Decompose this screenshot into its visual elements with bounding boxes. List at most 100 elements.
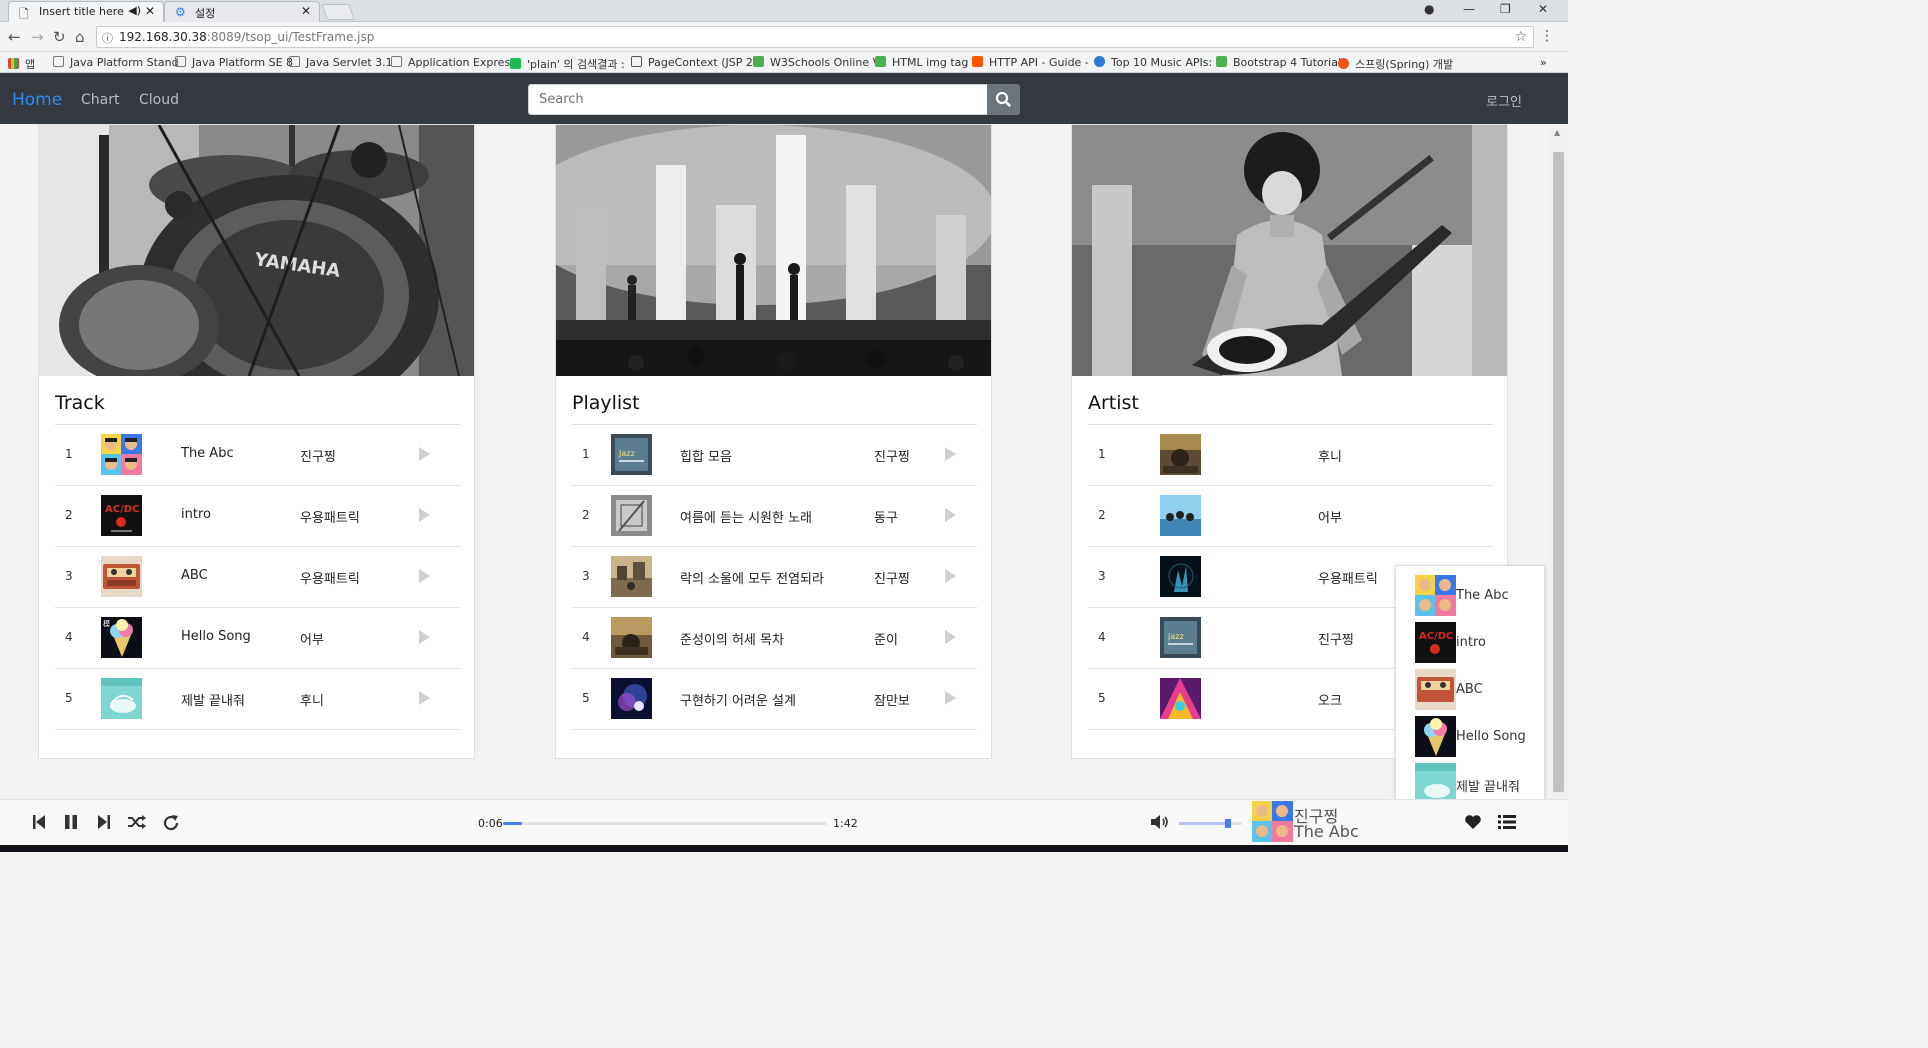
playlist-row[interactable]: 5 구현하기 어려운 설계 잠만보 bbox=[572, 669, 977, 730]
search-button[interactable] bbox=[987, 84, 1020, 115]
pause-button[interactable] bbox=[64, 814, 78, 830]
info-icon[interactable]: ⓘ bbox=[102, 30, 113, 46]
back-arrow-icon[interactable]: ← bbox=[8, 28, 21, 46]
track-artist[interactable]: 후니 bbox=[300, 690, 324, 709]
bookmark-star-icon[interactable]: ☆ bbox=[1514, 29, 1527, 45]
shuffle-button[interactable] bbox=[127, 814, 146, 830]
bookmark-item[interactable]: HTTP API - Guide - bbox=[972, 56, 1089, 69]
queue-toggle-button[interactable] bbox=[1498, 814, 1516, 830]
playlist-name[interactable]: 락의 소울에 모두 전염되라 bbox=[680, 568, 824, 587]
track-artist[interactable]: 어부 bbox=[300, 629, 324, 648]
speaker-icon[interactable]: ◀) bbox=[128, 4, 141, 17]
track-row[interactable]: 5 제발 끝내줘 후니 bbox=[55, 669, 460, 730]
artist-name[interactable]: 진구찡 bbox=[1318, 629, 1354, 648]
playlist-name[interactable]: 준성이의 허세 목차 bbox=[680, 629, 784, 648]
bookmark-item[interactable]: Bootstrap 4 Tutorial bbox=[1216, 56, 1341, 69]
play-icon[interactable] bbox=[945, 630, 956, 644]
playlist-owner[interactable]: 진구찡 bbox=[874, 568, 910, 587]
nav-cloud-link[interactable]: Cloud bbox=[139, 92, 179, 108]
track-name[interactable]: ABC bbox=[181, 568, 208, 583]
artist-name[interactable]: 어부 bbox=[1318, 507, 1342, 526]
artist-name[interactable]: 우용패트릭 bbox=[1318, 568, 1378, 587]
playlist-row[interactable]: 3 락의 소울에 모두 전염되라 진구찡 bbox=[572, 547, 977, 608]
queue-item[interactable]: ABC bbox=[1415, 669, 1540, 711]
track-artist[interactable]: 우용패트릭 bbox=[300, 507, 360, 526]
play-icon[interactable] bbox=[945, 691, 956, 705]
playlist-row[interactable]: 4 준성이의 허세 목차 준이 bbox=[572, 608, 977, 669]
bookmark-item[interactable]: Top 10 Music APIs: bbox=[1094, 56, 1212, 69]
url-field[interactable]: ⓘ 192.168.30.38:8089/tsop_ui/TestFrame.j… bbox=[96, 26, 1534, 48]
profile-icon[interactable]: ● bbox=[1424, 2, 1434, 16]
playlist-name[interactable]: 여름에 듣는 시원한 노래 bbox=[680, 507, 812, 526]
close-window-icon[interactable]: ✕ bbox=[1538, 2, 1548, 16]
restore-icon[interactable]: ❐ bbox=[1500, 2, 1511, 16]
artist-row[interactable]: 1 후니 bbox=[1088, 425, 1493, 486]
track-row[interactable]: 2 AC/DC intro 우용패트릭 bbox=[55, 486, 460, 547]
play-icon[interactable] bbox=[945, 447, 956, 461]
bookmark-item[interactable]: Java Servlet 3.1 bbox=[289, 56, 393, 69]
login-link[interactable]: 로그인 bbox=[1486, 91, 1522, 110]
nav-home-link[interactable]: Home bbox=[12, 90, 62, 110]
home-icon[interactable]: ⌂ bbox=[75, 28, 85, 46]
bookmark-item[interactable]: W3Schools Online V bbox=[753, 56, 880, 69]
track-row[interactable]: 4 模 Hello Song 어부 bbox=[55, 608, 460, 669]
more-bookmarks[interactable]: » bbox=[1540, 56, 1547, 69]
playlist-name[interactable]: 구현하기 어려운 설계 bbox=[680, 690, 796, 709]
previous-track-button[interactable] bbox=[32, 814, 46, 830]
bookmark-item[interactable]: Java Platform Stand bbox=[53, 56, 179, 69]
repeat-button[interactable] bbox=[162, 814, 180, 832]
playlist-owner[interactable]: 잠만보 bbox=[874, 690, 910, 709]
artist-name[interactable]: 후니 bbox=[1318, 446, 1342, 465]
playlist-row[interactable]: 2 여름에 듣는 시원한 노래 동구 bbox=[572, 486, 977, 547]
track-name[interactable]: intro bbox=[181, 507, 211, 522]
now-playing-title[interactable]: The Abc bbox=[1294, 822, 1359, 841]
track-row[interactable]: 1 The Abc 진구찡 bbox=[55, 425, 460, 486]
close-tab-icon[interactable]: ✕ bbox=[145, 4, 155, 18]
track-artist[interactable]: 우용패트릭 bbox=[300, 568, 360, 587]
new-tab-button[interactable] bbox=[321, 4, 355, 20]
queue-item[interactable]: The Abc bbox=[1415, 575, 1540, 617]
track-artist[interactable]: 진구찡 bbox=[300, 446, 336, 465]
browser-tab-settings[interactable]: ⚙ 설정 ✕ bbox=[164, 1, 320, 22]
play-icon[interactable] bbox=[419, 691, 430, 705]
search-input[interactable] bbox=[528, 84, 988, 115]
reload-icon[interactable]: ↻ bbox=[53, 28, 66, 46]
bookmark-item[interactable]: PageContext (JSP 2. bbox=[631, 56, 756, 69]
bookmark-item[interactable]: Java Platform SE 8 bbox=[175, 56, 293, 69]
seek-bar[interactable] bbox=[503, 822, 827, 825]
minimize-icon[interactable]: — bbox=[1463, 2, 1475, 16]
volume-button[interactable] bbox=[1150, 814, 1170, 830]
bookmark-item[interactable]: 'plain' 의 검색결과 : bbox=[510, 56, 625, 72]
artist-row[interactable]: 2 어부 bbox=[1088, 486, 1493, 547]
volume-slider[interactable] bbox=[1179, 819, 1242, 828]
bookmark-item[interactable]: 스프링(Spring) 개발 bbox=[1338, 56, 1453, 72]
play-icon[interactable] bbox=[945, 569, 956, 583]
forward-arrow-icon[interactable]: → bbox=[31, 28, 44, 46]
browser-menu-icon[interactable]: ⋮ bbox=[1540, 28, 1554, 44]
artist-name[interactable]: 오크 bbox=[1318, 690, 1342, 709]
bookmark-apps[interactable]: 앱 bbox=[8, 56, 35, 72]
track-row[interactable]: 3 ABC 우용패트릭 bbox=[55, 547, 460, 608]
volume-handle[interactable] bbox=[1225, 819, 1232, 828]
playlist-owner[interactable]: 준이 bbox=[874, 629, 898, 648]
play-icon[interactable] bbox=[419, 569, 430, 583]
close-tab-icon[interactable]: ✕ bbox=[301, 4, 311, 18]
bookmark-item[interactable]: Application Express bbox=[391, 56, 516, 69]
play-icon[interactable] bbox=[419, 508, 430, 522]
playlist-row[interactable]: 1 Jazz 힙합 모음 진구찡 bbox=[572, 425, 977, 486]
bookmark-item[interactable]: HTML img tag bbox=[875, 56, 968, 69]
next-track-button[interactable] bbox=[97, 814, 111, 830]
nav-chart-link[interactable]: Chart bbox=[81, 92, 119, 108]
scroll-up-icon[interactable]: ▲ bbox=[1554, 128, 1560, 137]
track-name[interactable]: 제발 끝내줘 bbox=[181, 690, 245, 709]
scrollbar-thumb[interactable] bbox=[1553, 152, 1564, 792]
track-name[interactable]: Hello Song bbox=[181, 629, 251, 644]
playlist-name[interactable]: 힙합 모음 bbox=[680, 446, 732, 465]
queue-item[interactable]: Hello Song bbox=[1415, 716, 1540, 758]
play-icon[interactable] bbox=[945, 508, 956, 522]
page-scrollbar[interactable]: ▲ bbox=[1549, 124, 1568, 800]
browser-tab-active[interactable]: 🗋 Insert title here ◀) ✕ bbox=[8, 1, 164, 22]
play-icon[interactable] bbox=[419, 447, 430, 461]
track-name[interactable]: The Abc bbox=[181, 446, 234, 461]
playlist-owner[interactable]: 진구찡 bbox=[874, 446, 910, 465]
